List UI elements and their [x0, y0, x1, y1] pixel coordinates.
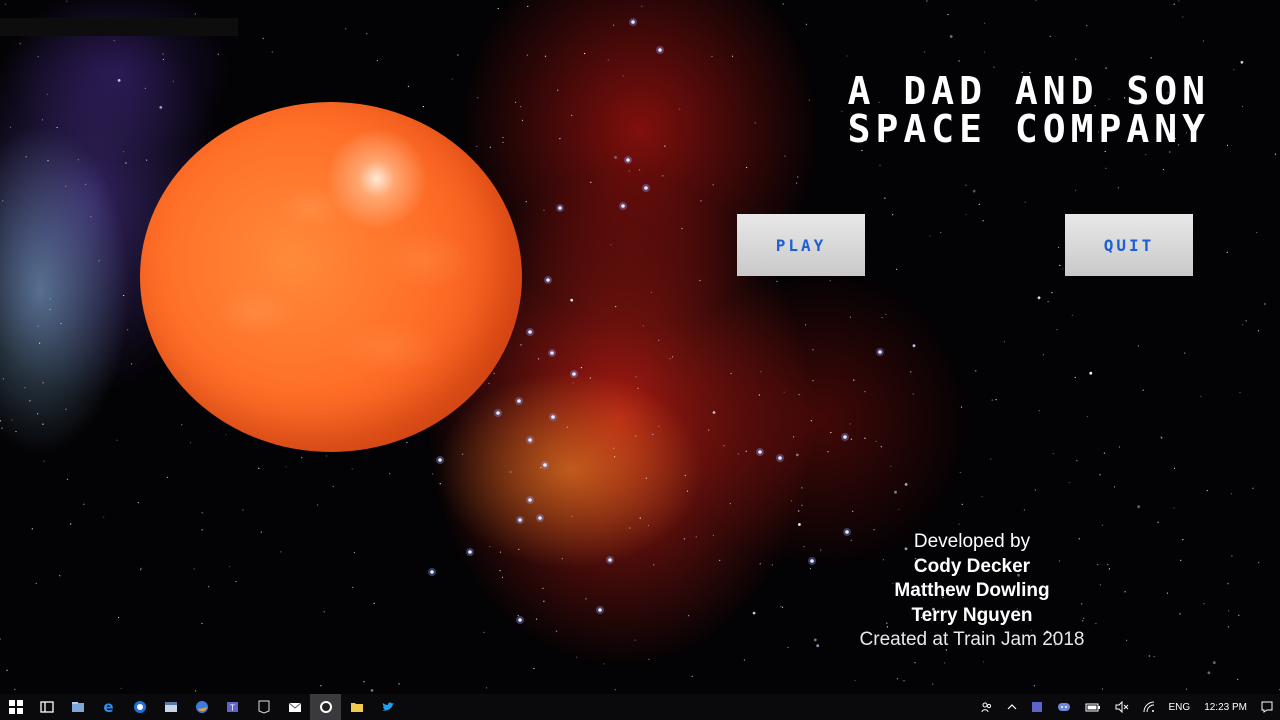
language-indicator[interactable]: ENG — [1162, 702, 1198, 713]
firefox-icon[interactable] — [186, 694, 217, 720]
credits-developer: Cody Decker — [913, 555, 1031, 577]
notification-icon[interactable] — [1254, 701, 1280, 713]
battery-icon[interactable] — [1078, 703, 1108, 712]
unreal-engine-icon[interactable] — [310, 694, 341, 720]
task-view-icon[interactable] — [31, 694, 62, 720]
clock[interactable]: 12:23 PM — [1197, 702, 1254, 713]
folder-icon[interactable] — [341, 694, 372, 720]
twitter-icon[interactable] — [372, 694, 403, 720]
teams-icon[interactable]: T — [217, 694, 248, 720]
file-manager-icon[interactable] — [62, 694, 93, 720]
discord-icon[interactable] — [1050, 702, 1078, 712]
top-overlay-bar — [0, 18, 238, 36]
browser-icon[interactable] — [124, 694, 155, 720]
title-line-1: A DAD AND SON — [847, 69, 1210, 113]
credits-created-at: Created at Train Jam 2018 — [859, 629, 1085, 650]
orange-planet — [140, 102, 522, 452]
chevron-up-icon[interactable] — [1000, 703, 1024, 711]
taskbar: e T ENG 12:23 PM — [0, 694, 1280, 720]
epic-games-icon[interactable] — [248, 694, 279, 720]
quit-button[interactable]: QUIT — [1065, 214, 1193, 276]
window-icon[interactable] — [155, 694, 186, 720]
people-icon[interactable] — [974, 701, 1000, 713]
windows-start-icon[interactable] — [0, 694, 31, 720]
volume-muted-icon[interactable] — [1108, 701, 1136, 713]
edge-icon[interactable]: e — [93, 694, 124, 720]
teams-tray-icon[interactable] — [1024, 701, 1050, 713]
title-line-2: SPACE COMPANY — [847, 107, 1210, 151]
mail-icon[interactable] — [279, 694, 310, 720]
game-title: A DAD AND SON SPACE COMPANY — [848, 72, 1210, 148]
wifi-icon[interactable] — [1136, 701, 1162, 713]
system-tray: ENG 12:23 PM — [974, 694, 1280, 720]
svg-text:T: T — [230, 704, 235, 713]
play-button[interactable]: PLAY — [737, 214, 865, 276]
credits-developer: Matthew Dowling — [894, 580, 1050, 601]
credits-developed-by: Developed by — [913, 531, 1031, 552]
game-scene: A DAD AND SON SPACE COMPANY PLAY QUIT De… — [0, 0, 1280, 694]
credits-developer: Terry Nguyen — [911, 604, 1033, 626]
credits: Developed by Cody Decker Matthew Dowling… — [842, 530, 1102, 653]
